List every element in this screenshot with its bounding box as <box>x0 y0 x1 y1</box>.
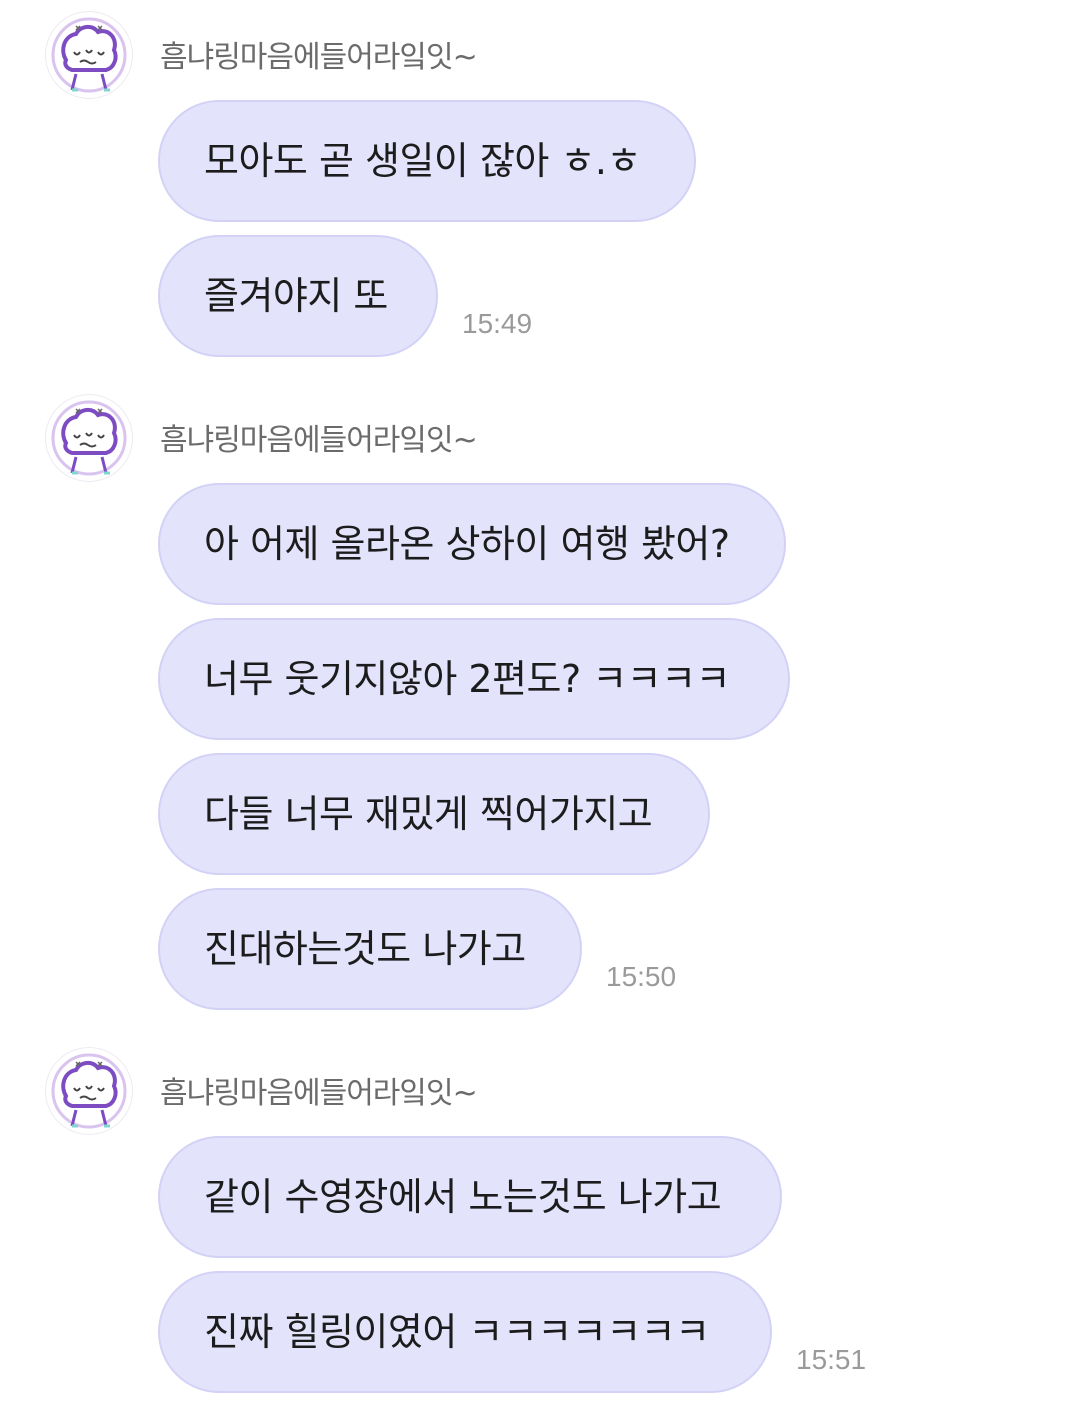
message-bubble[interactable]: 진짜 힐링이였어 ㅋㅋㅋㅋㅋㅋㅋ <box>158 1271 772 1393</box>
message-bubble[interactable]: 즐겨야지 또 <box>158 235 438 357</box>
crying-bread-character-icon <box>51 1053 127 1129</box>
crying-bread-character-icon <box>51 17 127 93</box>
crying-bread-character-icon <box>51 400 127 476</box>
profile-avatar[interactable] <box>46 395 132 481</box>
message-bubble[interactable]: 너무 웃기지않아 2편도? ㅋㅋㅋㅋ <box>158 618 790 740</box>
message-timestamp: 15:49 <box>462 308 533 339</box>
message-bubble[interactable]: 다들 너무 재밌게 찍어가지고 <box>158 753 710 875</box>
message-bubble[interactable]: 모아도 곧 생일이 잖아 ㅎ.ㅎ <box>158 100 696 222</box>
message-bubble[interactable]: 진대하는것도 나가고 <box>158 888 582 1010</box>
message-bubble[interactable]: 같이 수영장에서 노는것도 나가고 <box>158 1136 782 1258</box>
message-group: 흠냐링마음에들어라잌잇~ 아 어제 올라온 상하이 여행 봤어? 너무 웃기지않… <box>0 395 1080 1015</box>
sender-name: 흠냐링마음에들어라잌잇~ <box>160 40 478 75</box>
message-timestamp: 15:51 <box>796 1344 867 1375</box>
message-group: 흠냐링마음에들어라잌잇~ 같이 수영장에서 노는것도 나가고 진짜 힐링이였어 … <box>0 1048 1080 1398</box>
profile-avatar[interactable] <box>46 1048 132 1134</box>
message-bubble[interactable]: 아 어제 올라온 상하이 여행 봤어? <box>158 483 786 605</box>
message-group: 흠냐링마음에들어라잌잇~ 모아도 곧 생일이 잖아 ㅎ.ㅎ 즐겨야지 또 15:… <box>0 12 1080 362</box>
sender-name: 흠냐링마음에들어라잌잇~ <box>160 423 478 458</box>
message-timestamp: 15:50 <box>606 961 677 992</box>
sender-name: 흠냐링마음에들어라잌잇~ <box>160 1076 478 1111</box>
profile-avatar[interactable] <box>46 12 132 98</box>
